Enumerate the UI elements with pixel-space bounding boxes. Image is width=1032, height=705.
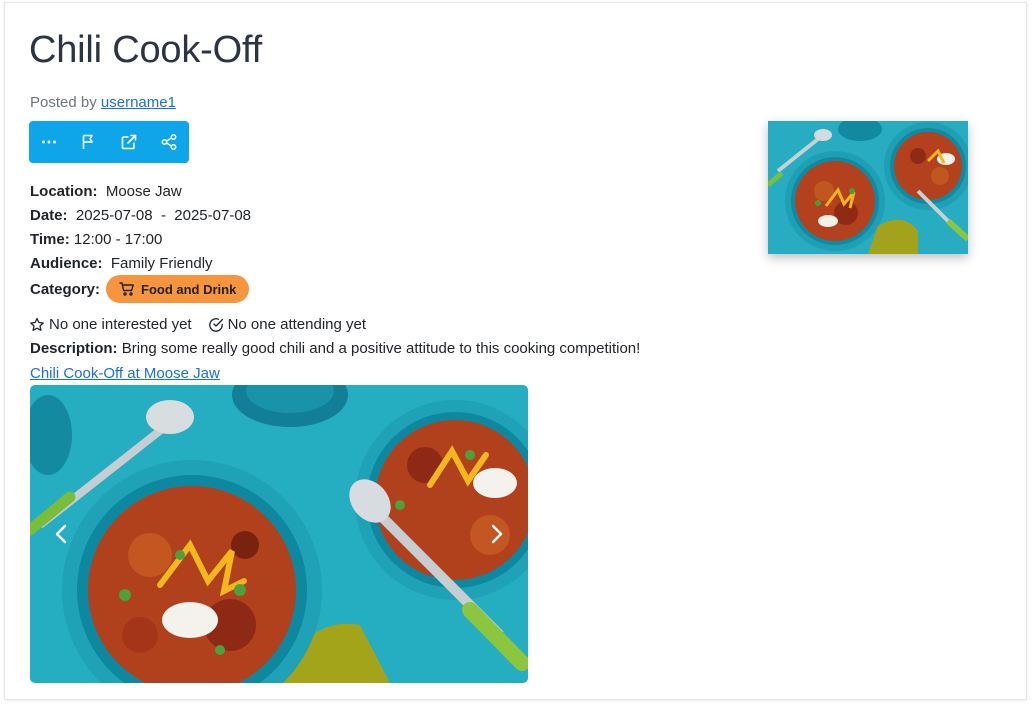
share-button[interactable]	[149, 121, 189, 163]
location-row: Location: Moose Jaw	[30, 183, 182, 200]
description-row: Description: Bring some really good chil…	[30, 340, 640, 357]
category-row: Category: Food and Drink	[30, 275, 250, 303]
chevron-left-icon	[55, 524, 67, 544]
flag-icon	[82, 134, 93, 149]
date-end: 2025-07-08	[174, 207, 252, 224]
open-external-button[interactable]	[109, 121, 149, 163]
date-label: Date:	[30, 207, 68, 224]
carousel-image	[30, 385, 528, 683]
event-toolbar	[29, 121, 189, 163]
location-label: Location:	[30, 183, 98, 200]
location-value: Moose Jaw	[105, 183, 182, 200]
carousel-next-button[interactable]	[464, 385, 528, 683]
share-icon	[161, 134, 177, 150]
time-row: Time: 12:00 - 17:00	[30, 231, 162, 248]
interested-count: No one interested yet	[49, 316, 192, 333]
event-link[interactable]: Chili Cook-Off at Moose Jaw	[30, 365, 220, 382]
category-label: Category:	[30, 280, 101, 298]
external-link-icon	[121, 134, 137, 150]
category-badge-label: Food and Drink	[141, 281, 237, 297]
image-carousel	[30, 385, 528, 683]
page-title: Chili Cook-Off	[29, 29, 263, 71]
time-value: 12:00 - 17:00	[73, 231, 163, 248]
description-value: Bring some really good chili and a posit…	[121, 340, 641, 357]
date-separator: -	[160, 207, 166, 224]
event-thumbnail-image[interactable]	[768, 121, 968, 254]
chevron-right-icon	[491, 524, 503, 544]
posted-by: Posted by username1	[30, 94, 176, 111]
attending-count: No one attending yet	[227, 316, 367, 333]
description-label: Description:	[30, 340, 118, 357]
time-label: Time:	[30, 231, 70, 248]
engagement-row: No one interested yet No one attending y…	[29, 316, 366, 333]
audience-label: Audience:	[30, 255, 103, 272]
date-start: 2025-07-08	[75, 207, 153, 224]
event-card: Chili Cook-Off Posted by username1 Locat…	[4, 2, 1027, 700]
cart-icon	[119, 282, 134, 296]
star-icon[interactable]	[29, 317, 45, 333]
posted-by-label: Posted by	[30, 94, 97, 111]
more-button[interactable]	[29, 121, 69, 163]
more-icon	[42, 140, 56, 144]
date-row: Date: 2025-07-08 - 2025-07-08	[30, 207, 251, 224]
posted-by-user-link[interactable]: username1	[101, 94, 176, 111]
check-circle-icon[interactable]	[208, 317, 224, 333]
category-badge[interactable]: Food and Drink	[106, 275, 250, 303]
carousel-prev-button[interactable]	[30, 385, 94, 683]
audience-value: Family Friendly	[110, 255, 213, 272]
audience-row: Audience: Family Friendly	[30, 255, 213, 272]
report-button[interactable]	[69, 121, 109, 163]
